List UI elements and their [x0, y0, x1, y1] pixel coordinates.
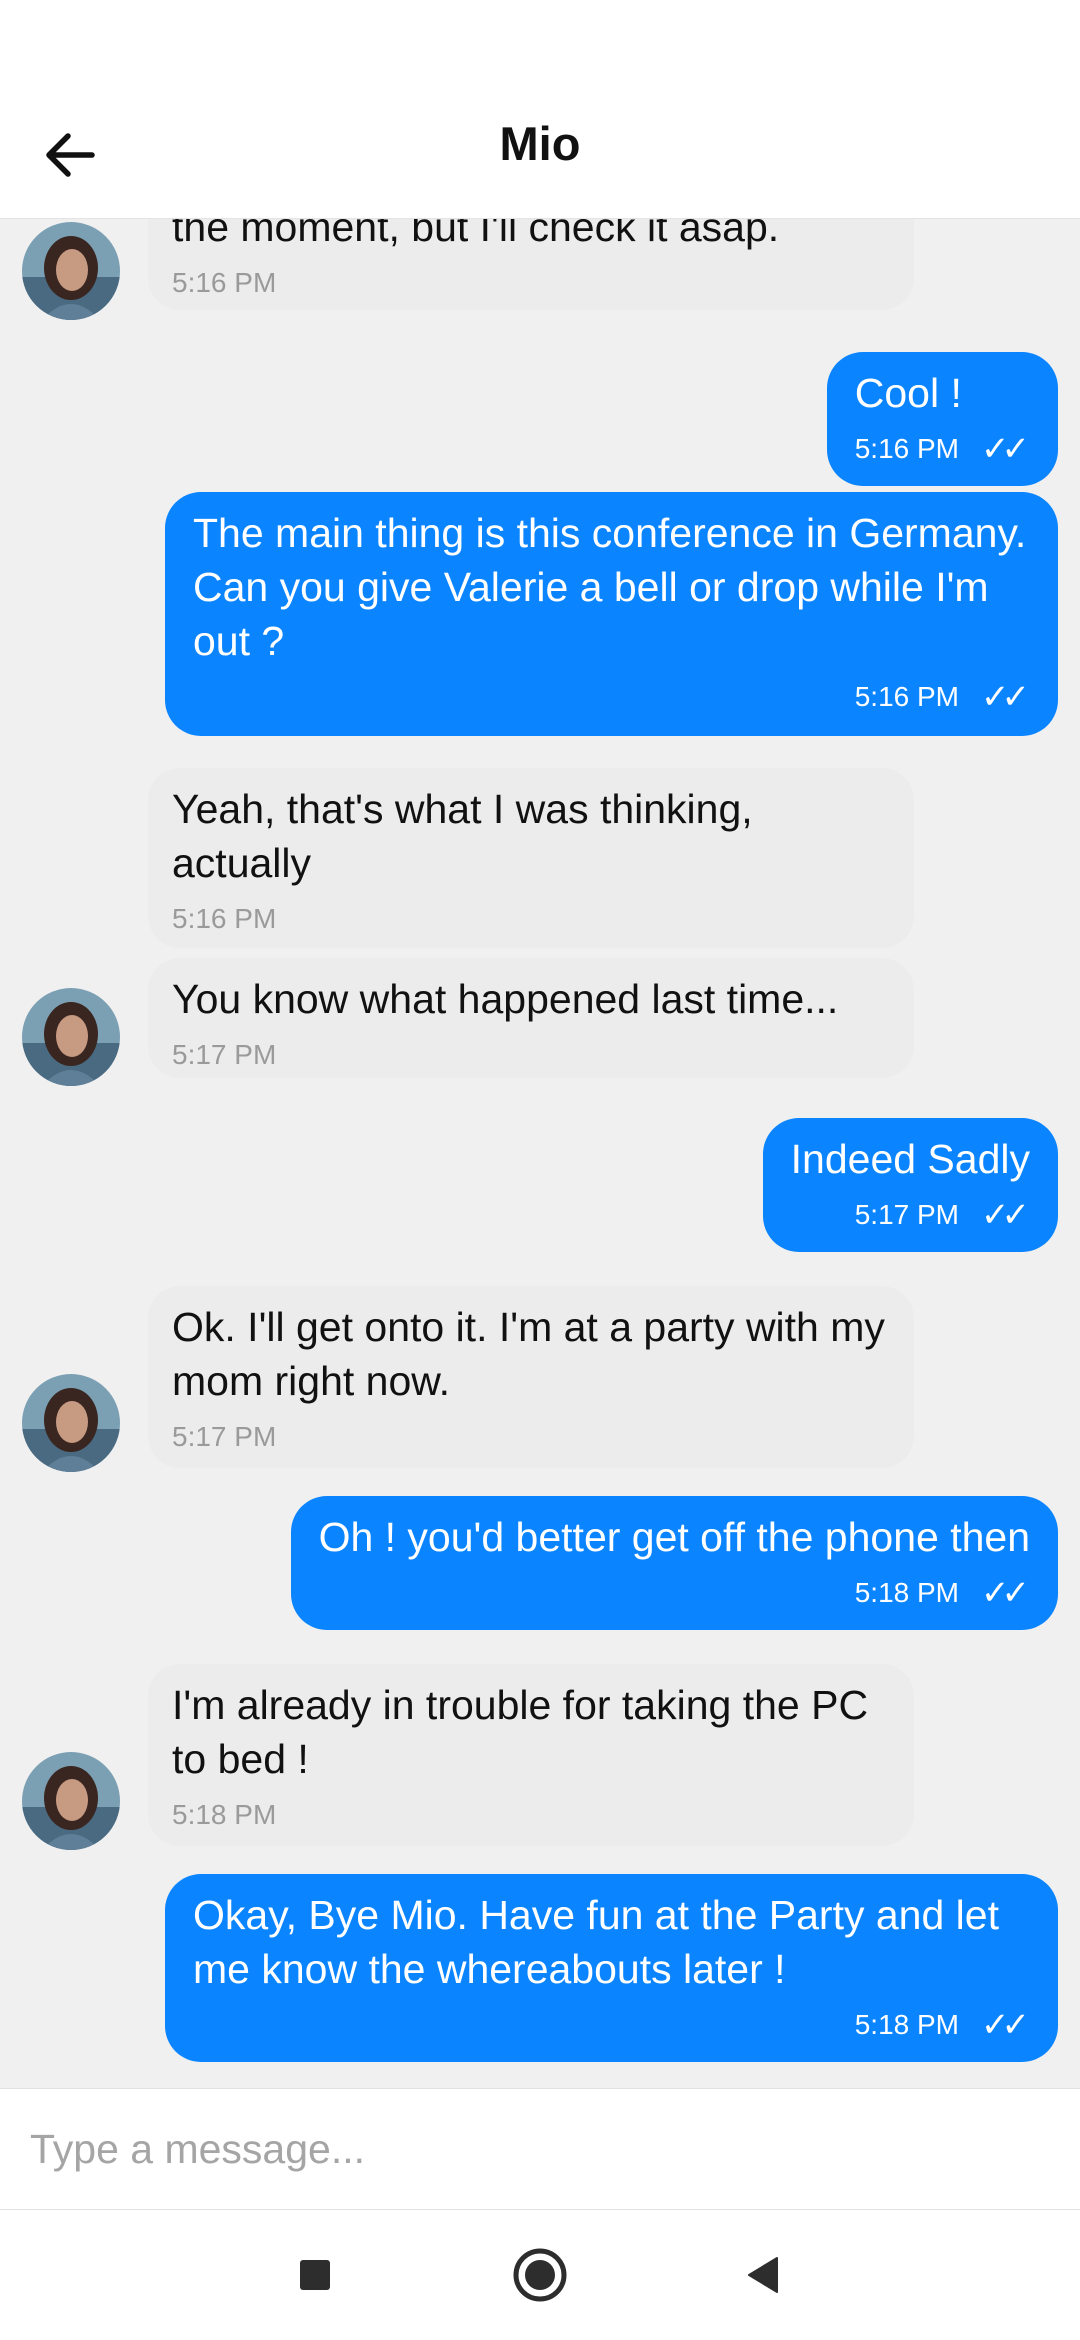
avatar[interactable]: [22, 222, 120, 320]
message-composer: [0, 2088, 1080, 2210]
message-meta: 5:16 PM ✓✓: [193, 680, 1030, 714]
message-text: Oh ! you'd better get off the phone then: [318, 1514, 1030, 1560]
message-incoming: I'm already in trouble for taking the PC…: [0, 1664, 1080, 1854]
recents-button[interactable]: [285, 2245, 345, 2305]
message-outgoing: Cool ! 5:16 PM ✓✓: [0, 352, 1080, 486]
back-nav-button[interactable]: [733, 2245, 793, 2305]
message-outgoing: Indeed Sadly 5:17 PM ✓✓: [0, 1118, 1080, 1252]
message-outgoing: The main thing is this conference in Ger…: [0, 492, 1080, 736]
message-time: 5:17 PM: [172, 1421, 277, 1452]
message-time: 5:18 PM: [854, 1577, 960, 1608]
message-bubble: Yeah, that's what I was thinking, actual…: [148, 768, 914, 948]
arrow-left-icon: [46, 133, 95, 177]
message-text: Indeed Sadly: [790, 1136, 1030, 1182]
avatar[interactable]: [22, 988, 120, 1086]
message-time: 5:18 PM: [172, 1799, 277, 1830]
message-incoming: Yeah, that's what I was thinking, actual…: [0, 768, 1080, 948]
home-button[interactable]: [510, 2245, 570, 2305]
message-meta: 5:18 PM ✓✓: [319, 1576, 1030, 1610]
chat-header: Mio: [0, 90, 1080, 218]
message-outgoing: Okay, Bye Mio. Have fun at the Party and…: [0, 1874, 1080, 2062]
message-time: 5:17 PM: [854, 1199, 960, 1230]
back-button[interactable]: [30, 115, 110, 195]
message-text: the moment, but I'll check it asap.: [172, 218, 780, 250]
message-time: 5:16 PM: [172, 267, 277, 298]
read-receipt-icon: ✓✓: [981, 678, 1030, 716]
message-bubble: I'm already in trouble for taking the PC…: [148, 1664, 914, 1846]
message-meta: 5:16 PM ✓✓: [855, 432, 1030, 466]
message-meta: 5:18 PM ✓✓: [193, 2008, 1030, 2042]
message-incoming: Ok. I'll get onto it. I'm at a party wit…: [0, 1286, 1080, 1476]
message-input[interactable]: [28, 2089, 1032, 2209]
message-meta: 5:17 PM ✓✓: [791, 1198, 1030, 1232]
message-time: 5:16 PM: [854, 681, 960, 712]
read-receipt-icon: ✓✓: [981, 1574, 1030, 1612]
avatar[interactable]: [22, 1752, 120, 1850]
triangle-left-icon: [748, 2257, 778, 2293]
message-bubble: The main thing is this conference in Ger…: [165, 492, 1058, 736]
message-bubble: You know what happened last time... 5:17…: [148, 958, 914, 1078]
message-time: 5:16 PM: [172, 903, 277, 934]
message-text: The main thing is this conference in Ger…: [193, 510, 1027, 664]
read-receipt-icon: ✓✓: [981, 2006, 1030, 2044]
message-text: Ok. I'll get onto it. I'm at a party wit…: [172, 1304, 885, 1404]
message-text: Yeah, that's what I was thinking, actual…: [172, 786, 753, 886]
square-icon: [300, 2260, 330, 2290]
contact-photo-icon: [22, 988, 120, 1086]
system-nav-bar: [0, 2210, 1080, 2340]
circle-icon: [513, 2248, 567, 2302]
message-bubble: the moment, but I'll check it asap. 5:16…: [148, 218, 914, 310]
message-incoming: You know what happened last time... 5:17…: [0, 958, 1080, 1098]
contact-photo-icon: [22, 1752, 120, 1850]
message-list[interactable]: the moment, but I'll check it asap. 5:16…: [0, 218, 1080, 2088]
message-text: You know what happened last time...: [172, 976, 839, 1022]
message-text: Okay, Bye Mio. Have fun at the Party and…: [193, 1892, 999, 1992]
message-text: I'm already in trouble for taking the PC…: [172, 1682, 869, 1782]
message-bubble: Ok. I'll get onto it. I'm at a party wit…: [148, 1286, 914, 1468]
message-outgoing: Oh ! you'd better get off the phone then…: [0, 1496, 1080, 1630]
message-bubble: Okay, Bye Mio. Have fun at the Party and…: [165, 1874, 1058, 2062]
message-bubble: Cool ! 5:16 PM ✓✓: [826, 352, 1058, 486]
message-bubble: Indeed Sadly 5:17 PM ✓✓: [762, 1118, 1058, 1252]
message-time: 5:17 PM: [172, 1039, 277, 1070]
chat-title: Mio: [499, 117, 581, 170]
status-bar: [0, 0, 1080, 90]
contact-photo-icon: [22, 1374, 120, 1472]
avatar[interactable]: [22, 1374, 120, 1472]
message-incoming: the moment, but I'll check it asap. 5:16…: [0, 218, 1080, 328]
read-receipt-icon: ✓✓: [981, 430, 1030, 468]
message-time: 5:18 PM: [854, 2009, 960, 2040]
read-receipt-icon: ✓✓: [981, 1196, 1030, 1234]
message-bubble: Oh ! you'd better get off the phone then…: [290, 1496, 1058, 1630]
message-text: Cool !: [854, 370, 962, 416]
contact-photo-icon: [22, 222, 120, 320]
message-time: 5:16 PM: [854, 433, 960, 464]
